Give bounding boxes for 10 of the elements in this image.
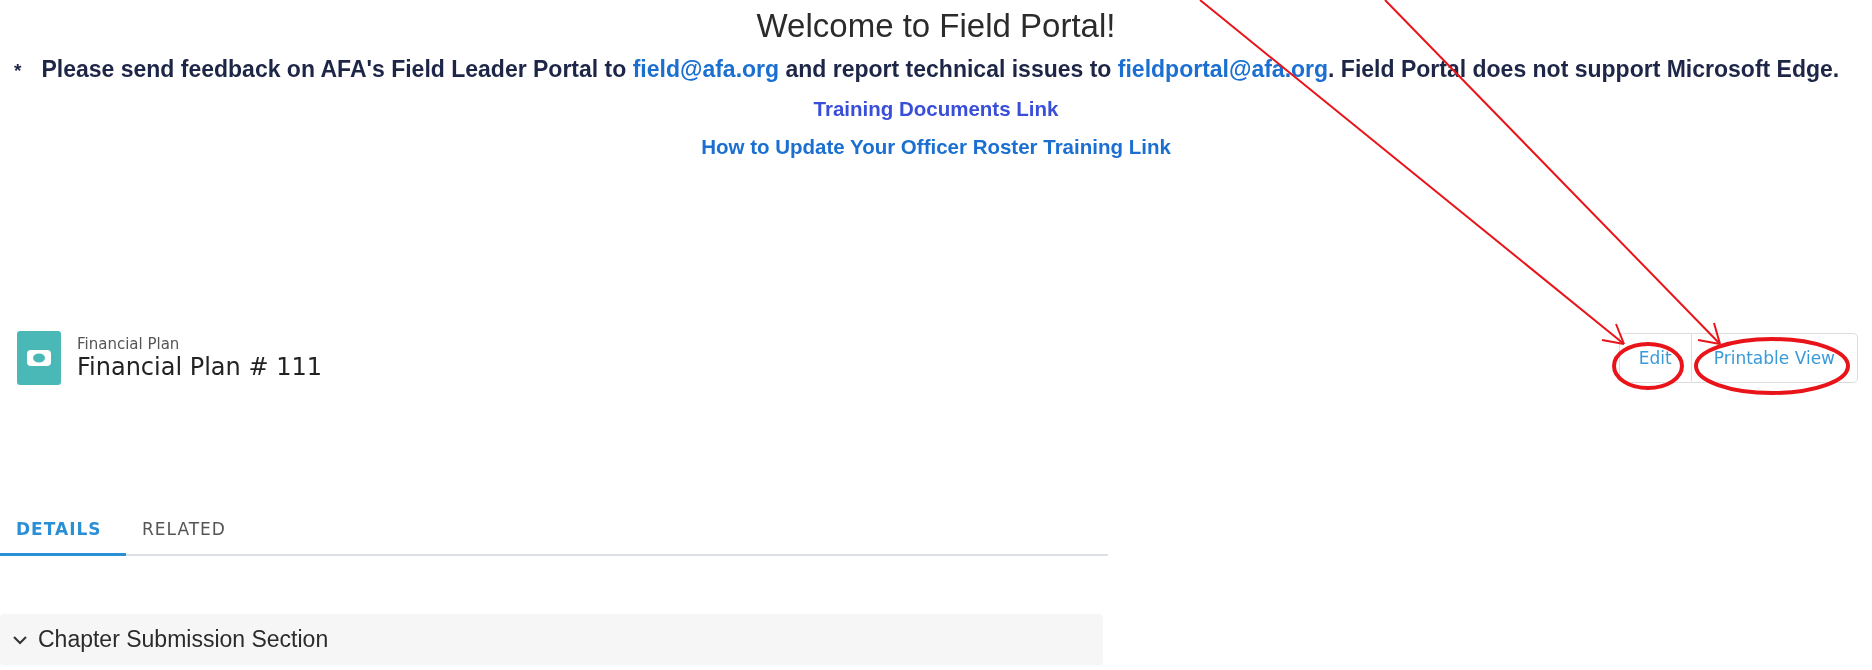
record-title: Financial Plan # 111: [77, 353, 322, 381]
section-header[interactable]: Chapter Submission Section: [0, 614, 1103, 665]
bullet-mark: *: [14, 60, 22, 82]
tab[interactable]: DETAILS: [0, 509, 126, 556]
training-link[interactable]: How to Update Your Officer Roster Training Link: [701, 135, 1171, 159]
page-title: Welcome to Field Portal!: [756, 6, 1116, 46]
tab[interactable]: RELATED: [126, 509, 286, 556]
training-link[interactable]: Training Documents Link: [813, 97, 1059, 121]
email-link[interactable]: field@afa.org: [632, 56, 780, 82]
record-type-label: Financial Plan: [77, 335, 181, 353]
